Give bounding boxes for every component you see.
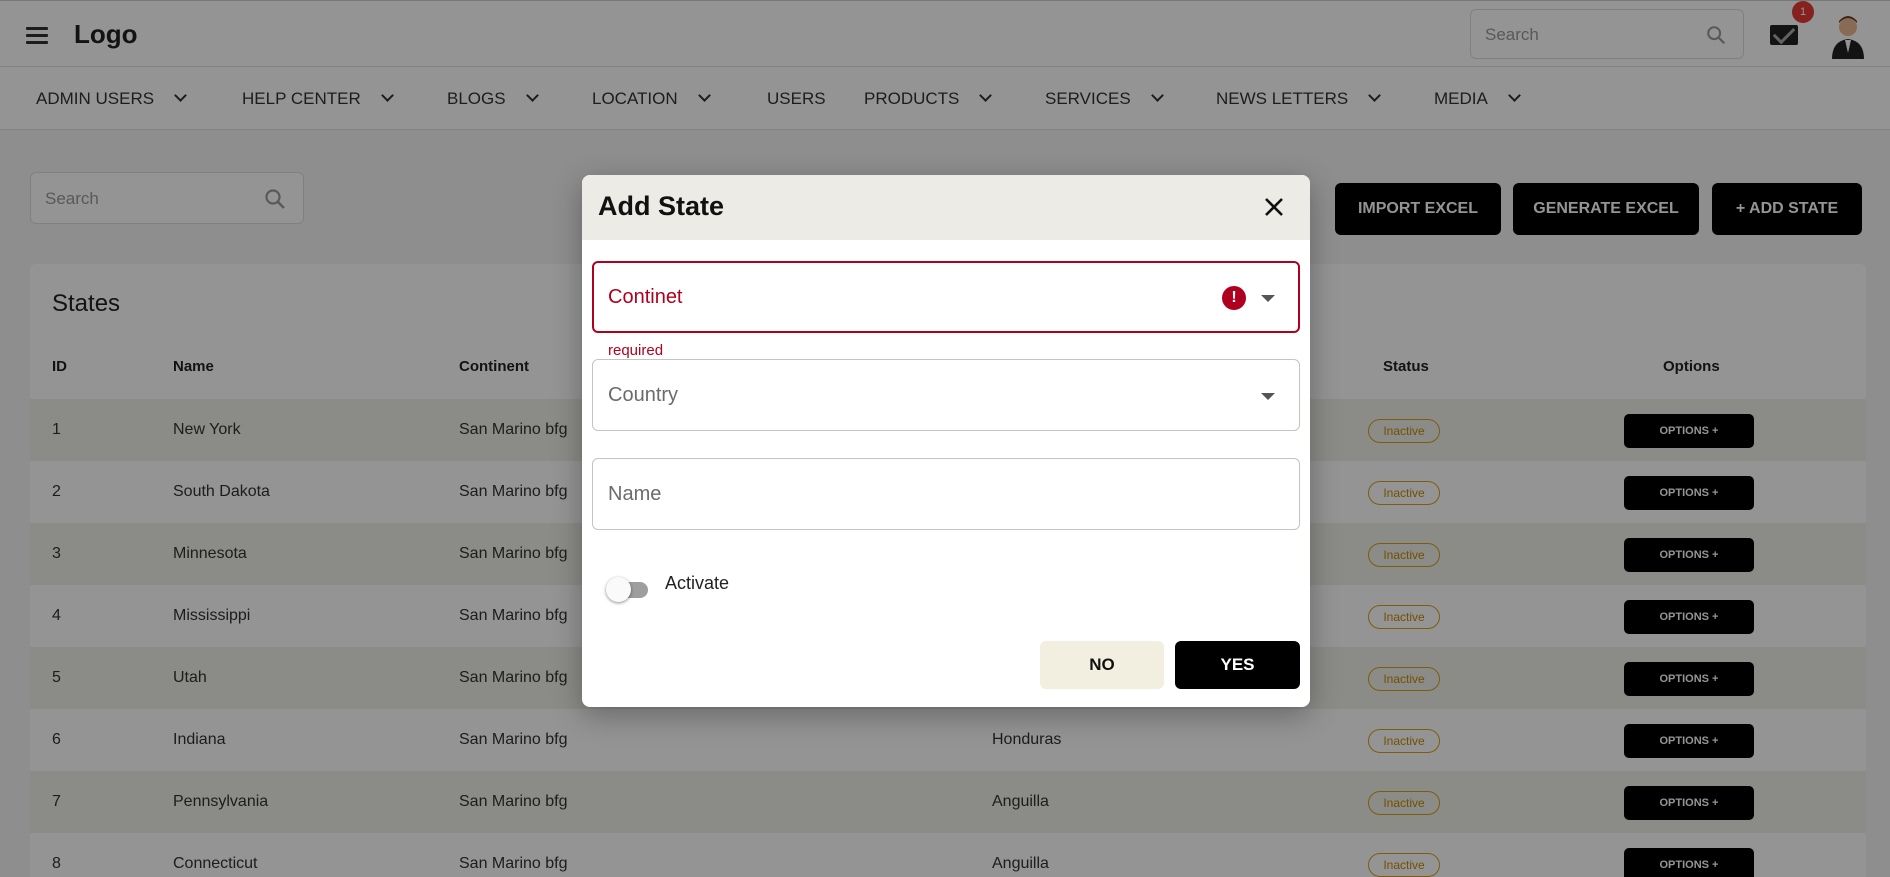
dropdown-arrow-icon xyxy=(1261,393,1275,400)
name-field[interactable]: Name xyxy=(592,458,1300,530)
toggle-thumb xyxy=(606,577,631,602)
continent-label: Continet xyxy=(608,286,683,308)
activate-toggle[interactable] xyxy=(604,574,648,602)
dialog-header: Add State xyxy=(582,175,1310,240)
continent-error-text: required xyxy=(608,342,664,359)
add-state-dialog: Add State Continet ! required Country Na… xyxy=(582,175,1310,707)
continent-select[interactable]: Continet ! xyxy=(592,261,1300,333)
no-button[interactable]: NO xyxy=(1040,641,1164,689)
country-select[interactable]: Country xyxy=(592,359,1300,431)
country-label: Country xyxy=(608,384,679,406)
yes-button[interactable]: YES xyxy=(1175,641,1300,689)
dropdown-arrow-icon xyxy=(1261,295,1275,302)
dialog-title: Add State xyxy=(598,191,725,221)
name-label: Name xyxy=(608,483,662,505)
error-icon: ! xyxy=(1222,286,1246,310)
close-icon[interactable] xyxy=(1258,191,1290,223)
activate-label: Activate xyxy=(665,573,730,593)
